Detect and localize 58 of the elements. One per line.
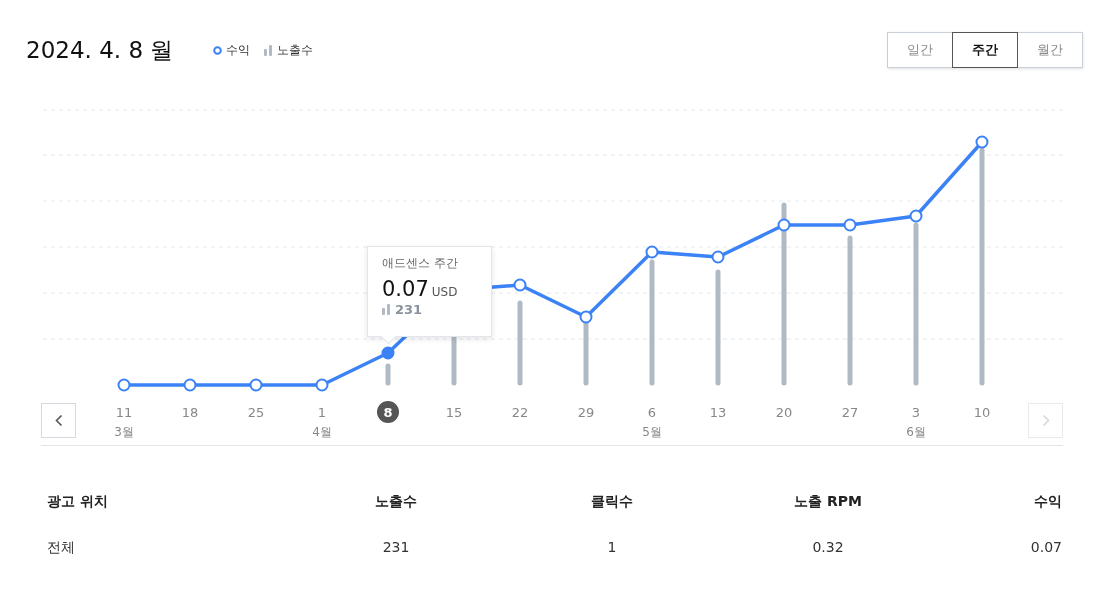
x-axis-label[interactable]: 22	[509, 401, 531, 423]
month-label: 5월	[642, 424, 662, 441]
table-cell-text: 0.07	[1029, 538, 1062, 557]
x-axis-label[interactable]: 13	[707, 401, 729, 423]
data-point[interactable]	[315, 378, 329, 392]
legend-label: 수익	[226, 41, 251, 59]
x-axis-label[interactable]: 10	[971, 401, 993, 423]
data-point[interactable]	[645, 245, 659, 259]
x-axis-label[interactable]: 3	[905, 401, 927, 423]
period-tab[interactable]: 주간	[952, 32, 1018, 68]
chevron-right-icon	[1041, 414, 1050, 427]
x-axis-label[interactable]: 15	[443, 401, 465, 423]
table-cell-text: 전체	[47, 538, 76, 557]
page-title: 2024. 4. 8 월	[26, 35, 174, 65]
legend-label: 노출수	[277, 41, 314, 59]
revenue-value: 0.07	[382, 277, 429, 301]
data-point[interactable]	[909, 209, 923, 223]
column-header: 광고 위치	[47, 492, 109, 511]
data-point[interactable]	[777, 218, 791, 232]
x-axis-label[interactable]: 29	[575, 401, 597, 423]
month-label: 6월	[906, 424, 926, 441]
table-cell-text: 1	[606, 538, 618, 557]
bar-chart-icon	[382, 304, 391, 315]
currency-label: USD	[431, 285, 458, 299]
x-axis-label[interactable]: 18	[179, 401, 201, 423]
column-header: 노출수	[374, 492, 418, 511]
table-cell-text: 231	[381, 538, 411, 557]
bar-chart-icon	[264, 44, 274, 56]
x-axis-label[interactable]: 25	[245, 401, 267, 423]
period-tab[interactable]: 일간	[887, 32, 953, 68]
chevron-left-icon	[54, 414, 63, 427]
data-point[interactable]	[843, 218, 857, 232]
data-point[interactable]	[381, 346, 395, 360]
data-point[interactable]	[249, 378, 263, 392]
period-tab[interactable]: 월간	[1017, 32, 1083, 68]
column-header: 노출 RPM	[793, 492, 863, 511]
impressions-value: 231	[395, 302, 423, 317]
x-axis-label[interactable]: 6	[641, 401, 663, 423]
column-header: 수익	[1033, 492, 1062, 511]
data-point[interactable]	[183, 378, 197, 392]
data-point[interactable]	[975, 135, 989, 149]
month-label: 3월	[114, 424, 134, 441]
data-point[interactable]	[117, 378, 131, 392]
x-axis-label[interactable]: 11	[113, 401, 135, 423]
impressions-bar	[385, 363, 391, 386]
x-axis-label[interactable]: 20	[773, 401, 795, 423]
prev-button[interactable]	[41, 403, 76, 438]
tooltip-title: 애드센스 주간	[382, 255, 459, 272]
data-point[interactable]	[711, 250, 725, 264]
column-header: 클릭수	[590, 492, 634, 511]
data-point[interactable]	[579, 310, 593, 324]
month-label: 4월	[312, 424, 332, 441]
x-axis-label[interactable]: 27	[839, 401, 861, 423]
circle-icon	[213, 45, 223, 55]
data-point[interactable]	[513, 278, 527, 292]
x-axis-label[interactable]: 1	[311, 401, 333, 423]
x-axis-label[interactable]: 8	[377, 401, 399, 423]
table-cell-text: 0.32	[811, 538, 845, 557]
